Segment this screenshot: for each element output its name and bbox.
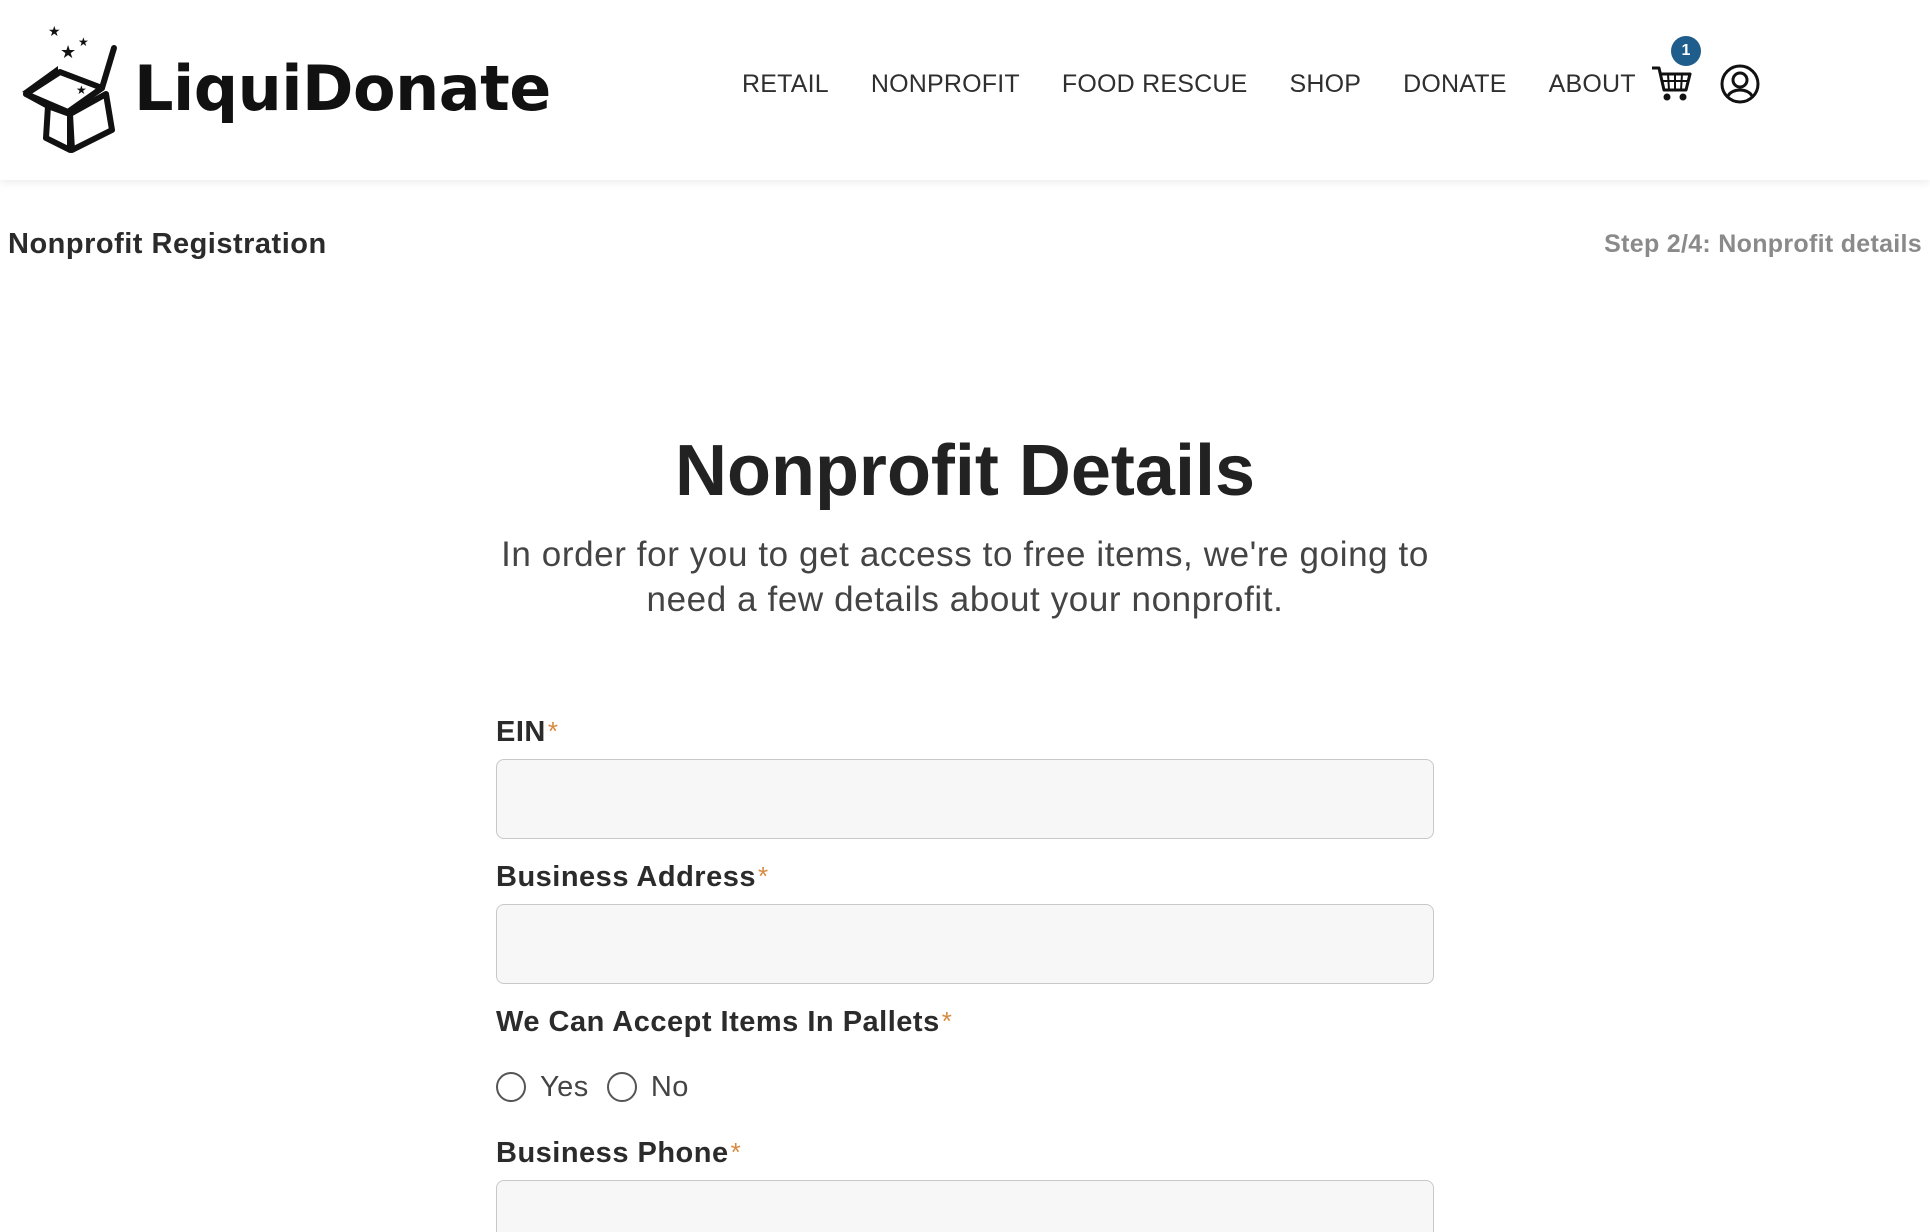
brand-name: LiquiDonate [134,51,551,125]
required-mark: * [730,1137,742,1167]
cart-icon[interactable] [1650,62,1692,104]
pallets-yes-label[interactable]: Yes [540,1071,589,1104]
nav-retail[interactable]: RETAIL [742,70,829,99]
nav-shop[interactable]: SHOP [1289,70,1361,99]
main-nav: RETAIL NONPROFIT FOOD RESCUE SHOP DONATE… [742,70,1678,99]
required-mark: * [757,861,769,891]
business-address-input[interactable] [496,904,1434,984]
business-phone-label: Business Phone* [496,1137,742,1169]
page-title: Nonprofit Details [674,431,1255,511]
nonprofit-details-form: EIN* Business Address* We Can Accept Ite… [496,716,1434,1232]
account-icon[interactable] [1720,64,1760,104]
nav-donate[interactable]: DONATE [1403,70,1507,99]
business-phone-field: Business Phone* [496,1137,1434,1232]
pallets-yes-option[interactable]: Yes [496,1071,589,1104]
intro-text: In order for you to get access to free i… [501,535,1429,619]
pallets-label: We Can Accept Items In Pallets* [496,1006,953,1038]
ein-field: EIN* [496,716,1434,839]
business-phone-input[interactable] [496,1180,1434,1232]
business-address-label: Business Address* [496,861,769,893]
business-address-field: Business Address* [496,861,1434,984]
registration-title: Nonprofit Registration [8,228,327,260]
pallets-no-radio[interactable] [606,1072,637,1102]
pallets-no-option[interactable]: No [606,1071,689,1104]
nav-nonprofit[interactable]: NONPROFIT [871,70,1020,99]
svg-text:★: ★ [78,35,89,49]
ein-label: EIN* [496,716,559,748]
step-indicator: Step 2/4: Nonprofit details [1604,230,1922,258]
box-logo-icon: ★ ★ ★ ★ [22,23,117,153]
required-mark: * [941,1006,953,1036]
pallets-no-label[interactable]: No [651,1071,689,1104]
svg-text:★: ★ [76,83,87,97]
pallets-yes-radio[interactable] [496,1072,526,1102]
pallets-field: We Can Accept Items In Pallets* Yes No [496,1006,1434,1107]
nav-food-rescue[interactable]: FOOD RESCUE [1062,70,1248,99]
ein-input[interactable] [496,759,1434,839]
pallets-radio-group: Yes No [496,1067,1434,1107]
site-header: ★ ★ ★ ★ LiquiDonate RETAIL NONPROFIT FOO… [0,0,1930,180]
svg-text:★: ★ [60,42,76,62]
svg-text:★: ★ [48,23,61,39]
cart-count-badge: 1 [1671,36,1701,66]
nav-about[interactable]: ABOUT [1549,70,1636,99]
logo[interactable]: ★ ★ ★ ★ LiquiDonate [18,22,551,154]
required-mark: * [547,716,559,746]
